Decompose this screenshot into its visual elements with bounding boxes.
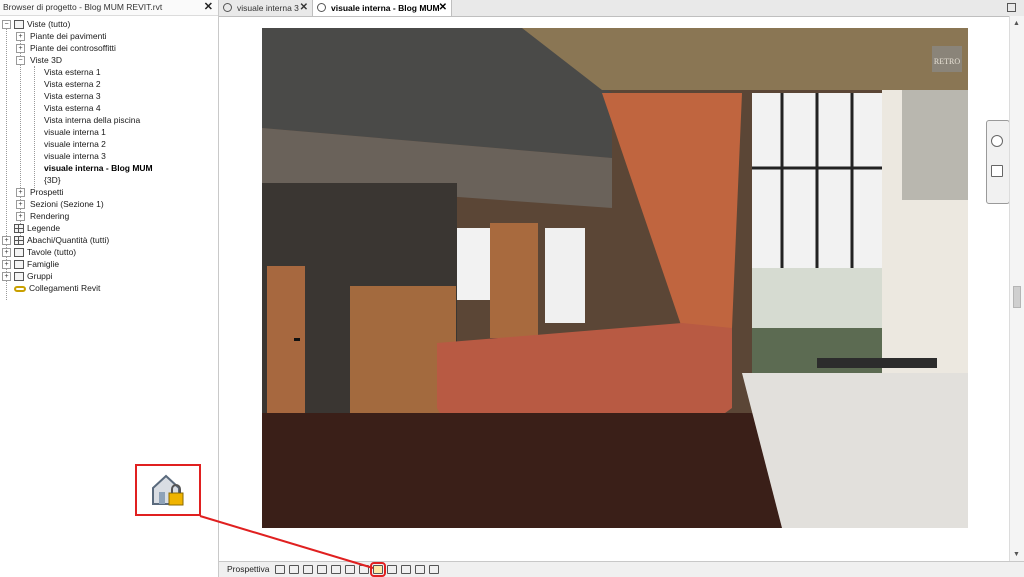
expand-icon[interactable]: + — [2, 272, 11, 281]
tree-item-vista-esterna-3[interactable]: Vista esterna 3 — [44, 90, 101, 102]
highlight-displacement-icon[interactable] — [429, 565, 439, 574]
vertical-scrollbar[interactable]: ▲ ▼ — [1009, 16, 1024, 562]
tree-item-tavole[interactable]: Tavole (tutto) — [14, 246, 76, 258]
close-tab-icon[interactable]: ✕ — [300, 0, 308, 16]
visual-style-icon[interactable] — [303, 565, 313, 574]
tree-item-visuale-interna-blog[interactable]: visuale interna - Blog MUM — [44, 162, 153, 174]
tree-item-visuale-interna-1[interactable]: visuale interna 1 — [44, 126, 106, 138]
tree-item-viste[interactable]: Viste (tutto) — [14, 18, 70, 30]
expand-icon[interactable]: + — [16, 212, 25, 221]
schedule-icon — [14, 236, 24, 246]
sun-path-icon[interactable] — [317, 565, 327, 574]
shadows-icon[interactable] — [331, 565, 341, 574]
view-tabs: visuale interna 3 ✕ visuale interna - Bl… — [219, 0, 1024, 17]
right-wall-shadow — [902, 90, 968, 200]
window-left — [457, 228, 490, 300]
steering-wheel-icon[interactable] — [991, 135, 1003, 147]
project-browser-title-text: Browser di progetto - Blog MUM REVIT.rvt — [3, 2, 163, 12]
tab-visuale-interna-blog[interactable]: visuale interna - Blog MUM ✕ — [312, 0, 452, 16]
crop-view-icon[interactable] — [359, 565, 369, 574]
tree-item-legende[interactable]: Legende — [14, 222, 60, 234]
tree-item-vista-esterna-4[interactable]: Vista esterna 4 — [44, 102, 101, 114]
sheet-icon — [14, 248, 24, 258]
tree-item-vista-interna-piscina[interactable]: Vista interna della piscina — [44, 114, 140, 126]
tree-item-visuale-interna-3[interactable]: visuale interna 3 — [44, 150, 106, 162]
navigation-bar[interactable] — [986, 120, 1010, 204]
door-handle — [294, 338, 300, 341]
expand-icon[interactable]: + — [16, 44, 25, 53]
reveal-hidden-icon[interactable] — [401, 565, 411, 574]
family-icon — [14, 260, 24, 270]
window-right — [545, 228, 585, 323]
wood-door — [490, 223, 538, 338]
scroll-down-icon[interactable]: ▼ — [1013, 551, 1020, 558]
3d-view-icon — [223, 3, 232, 12]
render-icon[interactable] — [345, 565, 355, 574]
tree-item-visuale-interna-2[interactable]: visuale interna 2 — [44, 138, 106, 150]
tree-item-piante-controsoffitti[interactable]: Piante dei controsoffitti — [30, 42, 116, 54]
lock-view-callout — [135, 464, 201, 516]
close-tab-icon[interactable]: ✕ — [439, 0, 447, 16]
tree-item-famiglie[interactable]: Famiglie — [14, 258, 59, 270]
tree-item-rendering[interactable]: Rendering — [30, 210, 69, 222]
tree-item-sezioni[interactable]: Sezioni (Sezione 1) — [30, 198, 104, 210]
tree-item-collegamenti[interactable]: Collegamenti Revit — [14, 282, 100, 294]
tree-item-prospetti[interactable]: Prospetti — [30, 186, 64, 198]
scale-icon[interactable] — [275, 565, 285, 574]
legend-icon — [14, 224, 24, 234]
temporary-hide-icon[interactable] — [387, 565, 397, 574]
lock-3d-view-icon[interactable] — [370, 562, 386, 577]
link-icon — [14, 285, 26, 292]
watermark-text: RETRO — [934, 57, 960, 66]
views-icon — [14, 20, 24, 30]
view-area: visuale interna 3 ✕ visuale interna - Bl… — [219, 0, 1024, 577]
interior-render: RETRO — [262, 28, 968, 528]
project-browser-title: Browser di progetto - Blog MUM REVIT.rvt… — [0, 0, 218, 16]
tree-item-vista-esterna-1[interactable]: Vista esterna 1 — [44, 66, 101, 78]
view-control-bar: Prospettiva — [219, 561, 1024, 577]
3d-viewport[interactable]: RETRO — [262, 28, 968, 528]
scroll-up-icon[interactable]: ▲ — [1013, 20, 1020, 27]
3d-view-icon — [317, 3, 326, 12]
dining-table — [817, 358, 937, 368]
restore-window-icon[interactable] — [1007, 3, 1016, 12]
garden-view — [752, 268, 882, 328]
house-lock-icon — [152, 474, 184, 506]
tree-item-gruppi[interactable]: Gruppi — [14, 270, 53, 282]
expand-icon[interactable]: + — [16, 32, 25, 41]
close-icon[interactable]: ✕ — [204, 0, 213, 15]
tab-visuale-interna-3[interactable]: visuale interna 3 ✕ — [219, 0, 312, 16]
zoom-icon[interactable] — [991, 165, 1003, 177]
tree-item-viste-3d[interactable]: Viste 3D — [30, 54, 62, 66]
tree-item-piante-pavimenti[interactable]: Piante dei pavimenti — [30, 30, 107, 42]
tree-item-abachi[interactable]: Abachi/Quantità (tutti) — [14, 234, 109, 246]
detail-level-icon[interactable] — [289, 565, 299, 574]
group-icon — [14, 272, 24, 282]
expand-icon[interactable]: + — [2, 248, 11, 257]
view-type-label: Prospettiva — [227, 564, 270, 574]
tree-item-3d[interactable]: {3D} — [44, 174, 61, 186]
collapse-icon[interactable]: − — [2, 20, 11, 29]
analysis-model-icon[interactable] — [415, 565, 425, 574]
scroll-thumb[interactable] — [1013, 286, 1021, 308]
expand-icon[interactable]: + — [2, 260, 11, 269]
expand-icon[interactable]: + — [2, 236, 11, 245]
expand-icon[interactable]: + — [16, 188, 25, 197]
collapse-icon[interactable]: − — [16, 56, 25, 65]
expand-icon[interactable]: + — [16, 200, 25, 209]
tree-item-vista-esterna-2[interactable]: Vista esterna 2 — [44, 78, 101, 90]
